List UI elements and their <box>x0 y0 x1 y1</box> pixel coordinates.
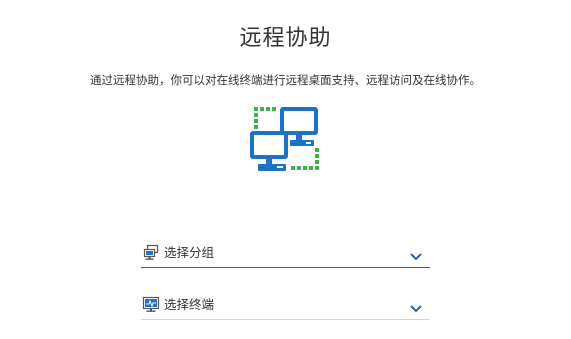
group-select[interactable]: 选择分组 <box>141 239 430 268</box>
group-select-label: 选择分组 <box>164 245 215 260</box>
monitor-terminal-icon <box>142 296 160 314</box>
chevron-down-icon[interactable] <box>409 247 423 261</box>
remote-assistance-page: 远程协助 通过远程协助，你可以对在线终端进行远程桌面支持、远程访问及在线协作。 <box>0 0 571 339</box>
page-description: 通过远程协助，你可以对在线终端进行远程桌面支持、远程访问及在线协作。 <box>90 73 481 87</box>
page-title: 远程协助 <box>239 26 332 51</box>
networked-computers-icon <box>249 104 323 176</box>
terminal-select[interactable]: 选择终端 <box>141 291 430 320</box>
computer-group-icon <box>142 244 160 262</box>
terminal-select-label: 选择终端 <box>164 297 215 312</box>
chevron-down-icon[interactable] <box>409 299 423 313</box>
